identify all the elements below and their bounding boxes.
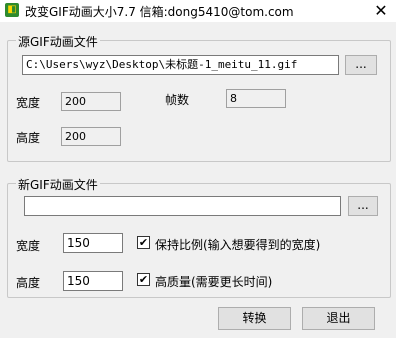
close-button[interactable]: ✕ <box>366 0 396 22</box>
source-width-label: 宽度 <box>16 96 41 110</box>
new-group-legend: 新GIF动画文件 <box>16 176 100 193</box>
convert-button[interactable]: 转换 <box>218 307 291 330</box>
new-height-input[interactable]: 150 <box>63 271 123 291</box>
window-title: 改变GIF动画大小7.7 信箱:dong5410@tom.com <box>25 5 294 19</box>
high-quality-checkbox[interactable]: ✔ <box>137 273 150 286</box>
keep-ratio-checkbox[interactable]: ✔ <box>137 236 150 249</box>
app-icon: ◧ <box>5 3 19 17</box>
keep-ratio-label[interactable]: 保持比例(输入想要得到的宽度) <box>155 236 320 253</box>
new-width-label: 宽度 <box>16 239 41 253</box>
source-width-value: 200 <box>61 92 121 111</box>
source-file-path-input[interactable]: C:\Users\wyz\Desktop\未标题-1_meitu_11.gif <box>22 55 339 75</box>
source-frames-label: 帧数 <box>165 93 190 107</box>
new-file-path-input[interactable] <box>24 196 341 216</box>
exit-button[interactable]: 退出 <box>302 307 375 330</box>
new-browse-button[interactable]: ... <box>348 196 378 216</box>
source-frames-value: 8 <box>226 89 286 108</box>
source-height-label: 高度 <box>16 131 41 145</box>
title-bar[interactable]: ◧ 改变GIF动画大小7.7 信箱:dong5410@tom.com ✕ <box>0 0 396 22</box>
source-browse-button[interactable]: ... <box>345 55 377 75</box>
high-quality-label[interactable]: 高质量(需要更长时间) <box>155 273 272 290</box>
new-width-input[interactable]: 150 <box>63 233 123 253</box>
new-height-label: 高度 <box>16 276 41 290</box>
source-group-legend: 源GIF动画文件 <box>16 33 100 50</box>
source-height-value: 200 <box>61 127 121 146</box>
